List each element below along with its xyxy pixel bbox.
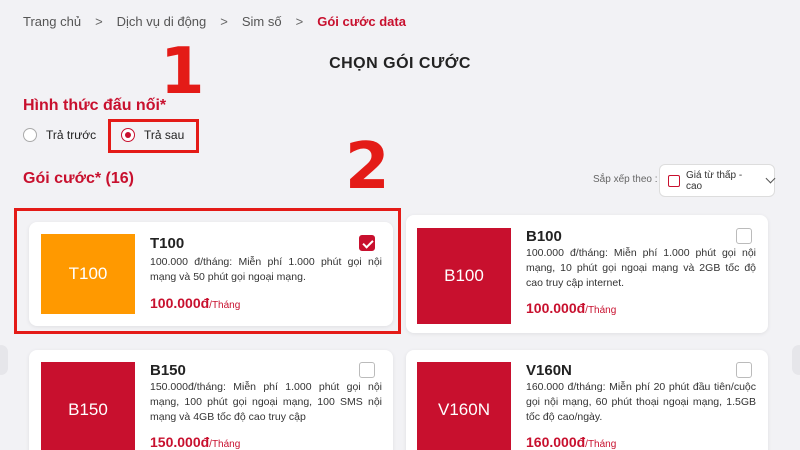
connection-type-title: Hình thức đấu nối* [23, 97, 167, 114]
package-price: 150.000đ/Tháng [150, 434, 240, 450]
breadcrumb-separator: > [95, 14, 103, 29]
price-value: 150.000đ [150, 434, 210, 450]
highlight-box-postpaid [108, 119, 199, 153]
breadcrumb-separator: > [220, 14, 228, 29]
annotation-step-2: 2 [345, 130, 390, 204]
carousel-prev-button[interactable] [0, 345, 8, 375]
radio-prepaid[interactable]: Trả trước [23, 128, 96, 142]
package-price: 100.000đ/Tháng [526, 300, 616, 316]
sort-label: Sắp xếp theo : [593, 174, 658, 185]
checkbox-icon[interactable] [736, 362, 752, 378]
package-thumbnail: B150 [41, 362, 135, 450]
package-card-b100[interactable]: B100 B100 100.000 đ/tháng: Miễn phí 1.00… [406, 215, 768, 333]
package-price: 160.000đ/Tháng [526, 434, 616, 450]
package-description: 150.000đ/tháng: Miễn phí 1.000 phút gọi … [150, 381, 382, 423]
breadcrumb-home[interactable]: Trang chủ [23, 14, 81, 29]
breadcrumb-mobile-services[interactable]: Dịch vụ di động [117, 14, 207, 29]
price-value: 100.000đ [526, 300, 586, 316]
price-unit: /Tháng [585, 439, 617, 450]
package-description: 100.000 đ/tháng: Miễn phí 1.000 phút gọi… [526, 247, 756, 289]
breadcrumb-data-plans: Gói cước data [317, 14, 406, 29]
price-unit: /Tháng [585, 305, 617, 316]
highlight-box-package [14, 208, 401, 334]
package-thumbnail: B100 [417, 228, 511, 324]
page-title: CHỌN GÓI CƯỚC [329, 55, 471, 72]
radio-prepaid-label: Trả trước [46, 128, 97, 142]
breadcrumb-sim-numbers[interactable]: Sim số [242, 14, 282, 29]
package-name: V160N [526, 362, 572, 379]
chevron-down-icon [765, 173, 776, 184]
package-name: B150 [150, 362, 186, 379]
annotation-step-1: 1 [160, 35, 205, 109]
price-unit: /Tháng [209, 439, 241, 450]
sort-value: Giá từ thấp - cao [685, 169, 743, 192]
package-description: 160.000 đ/tháng: Miễn phí 20 phút đầu ti… [526, 381, 756, 423]
sort-dropdown[interactable]: Giá từ thấp - cao [659, 164, 776, 197]
price-value: 160.000đ [526, 434, 586, 450]
package-card-b150[interactable]: B150 B150 150.000đ/tháng: Miễn phí 1.000… [29, 350, 393, 450]
packages-title: Gói cước* (16) [23, 170, 134, 187]
breadcrumb: Trang chủ > Dịch vụ di động > Sim số > G… [23, 14, 406, 29]
shopping-bag-icon [668, 174, 680, 187]
package-name: B100 [526, 228, 562, 245]
checkbox-icon[interactable] [736, 228, 752, 244]
checkbox-icon[interactable] [359, 362, 375, 378]
breadcrumb-separator: > [295, 14, 304, 29]
radio-circle-icon[interactable] [23, 128, 37, 142]
carousel-next-button[interactable] [792, 345, 800, 375]
package-card-v160n[interactable]: V160N V160N 160.000 đ/tháng: Miễn phí 20… [406, 350, 768, 450]
package-thumbnail: V160N [417, 362, 511, 450]
